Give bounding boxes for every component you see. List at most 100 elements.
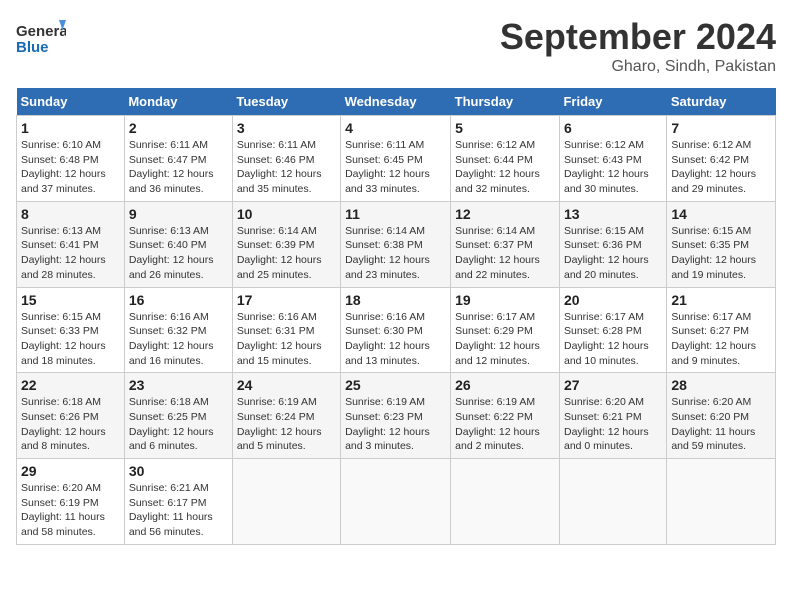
calendar-cell: 10Sunrise: 6:14 AMSunset: 6:39 PMDayligh…: [232, 201, 340, 287]
day-info: Sunrise: 6:10 AMSunset: 6:48 PMDaylight:…: [21, 139, 106, 195]
day-info: Sunrise: 6:19 AMSunset: 6:23 PMDaylight:…: [345, 396, 430, 452]
day-number: 16: [129, 292, 228, 308]
day-number: 5: [455, 120, 555, 136]
day-info: Sunrise: 6:19 AMSunset: 6:22 PMDaylight:…: [455, 396, 540, 452]
day-info: Sunrise: 6:16 AMSunset: 6:30 PMDaylight:…: [345, 311, 430, 367]
title-block: September 2024 Gharo, Sindh, Pakistan: [500, 16, 776, 76]
logo: General Blue: [16, 16, 66, 60]
day-number: 13: [564, 206, 662, 222]
day-number: 24: [237, 377, 336, 393]
day-number: 1: [21, 120, 120, 136]
calendar-cell: [232, 459, 340, 545]
day-number: 27: [564, 377, 662, 393]
calendar-cell: 23 Sunrise: 6:18 AMSunset: 6:25 PMDayligh…: [124, 373, 232, 459]
calendar-cell: 25 Sunrise: 6:19 AMSunset: 6:23 PMDayligh…: [341, 373, 451, 459]
calendar-cell: 8 Sunrise: 6:13 AMSunset: 6:41 PMDaylight…: [17, 201, 125, 287]
svg-text:Blue: Blue: [16, 39, 49, 56]
day-number: 3: [237, 120, 336, 136]
day-info: Sunrise: 6:13 AMSunset: 6:40 PMDaylight:…: [129, 225, 214, 281]
day-info: Sunrise: 6:14 AMSunset: 6:37 PMDaylight:…: [455, 225, 540, 281]
day-number: 26: [455, 377, 555, 393]
calendar-cell: 26 Sunrise: 6:19 AMSunset: 6:22 PMDayligh…: [451, 373, 560, 459]
calendar-cell: [559, 459, 666, 545]
day-info: Sunrise: 6:15 AMSunset: 6:36 PMDaylight:…: [564, 225, 649, 281]
calendar-cell: 7Sunrise: 6:12 AMSunset: 6:42 PMDaylight…: [667, 116, 776, 202]
calendar-cell: 14 Sunrise: 6:15 AMSunset: 6:35 PMDayligh…: [667, 201, 776, 287]
calendar-cell: 24 Sunrise: 6:19 AMSunset: 6:24 PMDayligh…: [232, 373, 340, 459]
calendar-cell: 27 Sunrise: 6:20 AMSunset: 6:21 PMDayligh…: [559, 373, 666, 459]
calendar-cell: 19 Sunrise: 6:17 AMSunset: 6:29 PMDayligh…: [451, 287, 560, 373]
day-number: 8: [21, 206, 120, 222]
day-info: Sunrise: 6:11 AMSunset: 6:45 PMDaylight:…: [345, 139, 430, 195]
calendar-cell: 4 Sunrise: 6:11 AMSunset: 6:45 PMDaylight…: [341, 116, 451, 202]
day-info: Sunrise: 6:17 AMSunset: 6:28 PMDaylight:…: [564, 311, 649, 367]
calendar-cell: 11Sunrise: 6:14 AMSunset: 6:38 PMDayligh…: [341, 201, 451, 287]
day-number: 29: [21, 463, 120, 479]
calendar-cell: 6 Sunrise: 6:12 AMSunset: 6:43 PMDaylight…: [559, 116, 666, 202]
day-number: 23: [129, 377, 228, 393]
day-info: Sunrise: 6:17 AMSunset: 6:29 PMDaylight:…: [455, 311, 540, 367]
calendar-cell: 13 Sunrise: 6:15 AMSunset: 6:36 PMDayligh…: [559, 201, 666, 287]
calendar-cell: 16 Sunrise: 6:16 AMSunset: 6:32 PMDayligh…: [124, 287, 232, 373]
day-info: Sunrise: 6:14 AMSunset: 6:38 PMDaylight:…: [345, 225, 430, 281]
day-info: Sunrise: 6:16 AMSunset: 6:31 PMDaylight:…: [237, 311, 322, 367]
day-info: Sunrise: 6:15 AMSunset: 6:35 PMDaylight:…: [671, 225, 756, 281]
calendar-cell: 3Sunrise: 6:11 AMSunset: 6:46 PMDaylight…: [232, 116, 340, 202]
header-row: Sunday Monday Tuesday Wednesday Thursday…: [17, 88, 776, 116]
col-sunday: Sunday: [17, 88, 125, 116]
day-info: Sunrise: 6:12 AMSunset: 6:42 PMDaylight:…: [671, 139, 756, 195]
day-number: 17: [237, 292, 336, 308]
day-info: Sunrise: 6:11 AMSunset: 6:47 PMDaylight:…: [129, 139, 214, 195]
day-info: Sunrise: 6:17 AMSunset: 6:27 PMDaylight:…: [671, 311, 756, 367]
calendar-week-4: 22Sunrise: 6:18 AMSunset: 6:26 PMDayligh…: [17, 373, 776, 459]
calendar-cell: 18 Sunrise: 6:16 AMSunset: 6:30 PMDayligh…: [341, 287, 451, 373]
col-wednesday: Wednesday: [341, 88, 451, 116]
day-info: Sunrise: 6:20 AMSunset: 6:19 PMDaylight:…: [21, 482, 105, 538]
calendar-cell: 1 Sunrise: 6:10 AMSunset: 6:48 PMDaylight…: [17, 116, 125, 202]
calendar-cell: 12Sunrise: 6:14 AMSunset: 6:37 PMDayligh…: [451, 201, 560, 287]
calendar-cell: [667, 459, 776, 545]
col-thursday: Thursday: [451, 88, 560, 116]
calendar-week-1: 1 Sunrise: 6:10 AMSunset: 6:48 PMDaylight…: [17, 116, 776, 202]
svg-text:General: General: [16, 23, 66, 40]
day-info: Sunrise: 6:12 AMSunset: 6:43 PMDaylight:…: [564, 139, 649, 195]
day-info: Sunrise: 6:13 AMSunset: 6:41 PMDaylight:…: [21, 225, 106, 281]
calendar-cell: 28Sunrise: 6:20 AMSunset: 6:20 PMDayligh…: [667, 373, 776, 459]
day-info: Sunrise: 6:12 AMSunset: 6:44 PMDaylight:…: [455, 139, 540, 195]
day-number: 2: [129, 120, 228, 136]
day-info: Sunrise: 6:15 AMSunset: 6:33 PMDaylight:…: [21, 311, 106, 367]
col-tuesday: Tuesday: [232, 88, 340, 116]
day-number: 20: [564, 292, 662, 308]
day-number: 19: [455, 292, 555, 308]
day-number: 9: [129, 206, 228, 222]
calendar-table: Sunday Monday Tuesday Wednesday Thursday…: [16, 88, 776, 545]
calendar-cell: 21 Sunrise: 6:17 AMSunset: 6:27 PMDayligh…: [667, 287, 776, 373]
day-info: Sunrise: 6:20 AMSunset: 6:20 PMDaylight:…: [671, 396, 755, 452]
calendar-cell: 15 Sunrise: 6:15 AMSunset: 6:33 PMDayligh…: [17, 287, 125, 373]
day-number: 4: [345, 120, 446, 136]
day-number: 18: [345, 292, 446, 308]
day-number: 21: [671, 292, 771, 308]
page-header: General Blue September 2024 Gharo, Sindh…: [16, 16, 776, 76]
calendar-cell: 30Sunrise: 6:21 AMSunset: 6:17 PMDayligh…: [124, 459, 232, 545]
day-info: Sunrise: 6:20 AMSunset: 6:21 PMDaylight:…: [564, 396, 649, 452]
day-number: 25: [345, 377, 446, 393]
calendar-cell: 20 Sunrise: 6:17 AMSunset: 6:28 PMDayligh…: [559, 287, 666, 373]
location-title: Gharo, Sindh, Pakistan: [500, 58, 776, 76]
day-number: 6: [564, 120, 662, 136]
day-info: Sunrise: 6:18 AMSunset: 6:25 PMDaylight:…: [129, 396, 214, 452]
calendar-cell: 5 Sunrise: 6:12 AMSunset: 6:44 PMDaylight…: [451, 116, 560, 202]
day-info: Sunrise: 6:16 AMSunset: 6:32 PMDaylight:…: [129, 311, 214, 367]
day-number: 14: [671, 206, 771, 222]
day-number: 10: [237, 206, 336, 222]
day-info: Sunrise: 6:21 AMSunset: 6:17 PMDaylight:…: [129, 482, 213, 538]
calendar-cell: 29 Sunrise: 6:20 AMSunset: 6:19 PMDayligh…: [17, 459, 125, 545]
calendar-cell: [451, 459, 560, 545]
calendar-cell: 9 Sunrise: 6:13 AMSunset: 6:40 PMDaylight…: [124, 201, 232, 287]
calendar-body: 1 Sunrise: 6:10 AMSunset: 6:48 PMDaylight…: [17, 116, 776, 545]
day-info: Sunrise: 6:18 AMSunset: 6:26 PMDaylight:…: [21, 396, 106, 452]
day-number: 15: [21, 292, 120, 308]
day-info: Sunrise: 6:19 AMSunset: 6:24 PMDaylight:…: [237, 396, 322, 452]
calendar-cell: 2 Sunrise: 6:11 AMSunset: 6:47 PMDaylight…: [124, 116, 232, 202]
col-monday: Monday: [124, 88, 232, 116]
